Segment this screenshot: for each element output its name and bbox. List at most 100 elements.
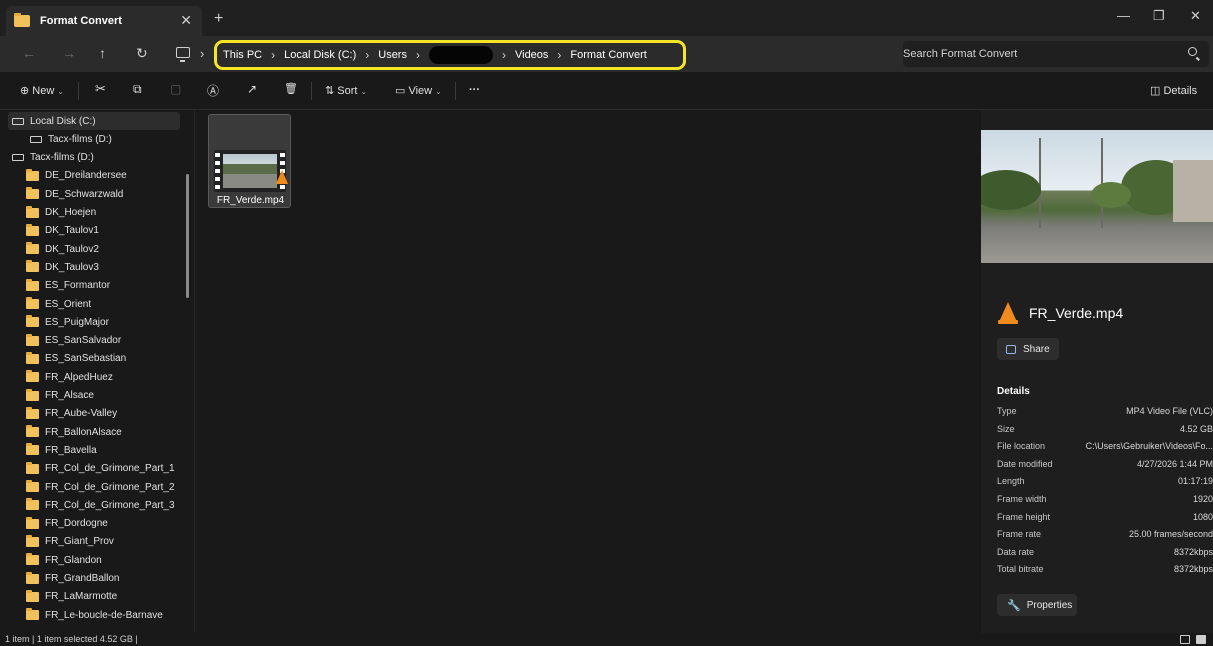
file-item[interactable]: FR_Verde.mp4 bbox=[208, 114, 291, 208]
sidebar-item[interactable]: FR_AlpedHuez bbox=[26, 368, 113, 386]
this-pc-icon[interactable] bbox=[176, 47, 190, 62]
new-tab-button[interactable]: + bbox=[214, 10, 223, 28]
share-label: Share bbox=[1023, 343, 1050, 355]
sidebar-item[interactable]: FR_LaMarmotte bbox=[26, 588, 117, 606]
breadcrumb-separator: › bbox=[557, 48, 562, 62]
property-row: Length 01:17:19 bbox=[997, 476, 1213, 490]
sidebar-item[interactable]: FR_Bavella bbox=[26, 441, 97, 459]
back-button[interactable]: ← bbox=[22, 45, 36, 61]
sidebar-item[interactable]: FR_Dordogne bbox=[26, 515, 108, 533]
copy-icon[interactable]: ⧉ bbox=[133, 82, 142, 97]
cut-icon[interactable]: ✂ bbox=[95, 81, 106, 97]
sidebar-item[interactable]: FR_Col_de_Grimone_Part_2 bbox=[26, 478, 175, 496]
drive-icon bbox=[12, 154, 24, 162]
sidebar-scrollbar[interactable] bbox=[186, 174, 189, 298]
folder-icon bbox=[26, 260, 39, 273]
sidebar-item[interactable]: DK_Taulov2 bbox=[26, 240, 99, 258]
forward-button[interactable]: → bbox=[62, 45, 76, 61]
property-value: 8372kbps bbox=[1173, 564, 1213, 575]
sidebar-item-label: FR_BallonAlsace bbox=[45, 426, 122, 438]
sidebar-item[interactable]: ES_PuigMajor bbox=[26, 313, 109, 331]
sidebar-item-label: DK_Hoejen bbox=[45, 207, 97, 218]
folder-icon bbox=[26, 516, 39, 529]
sidebar-item-label: FR_LaMarmotte bbox=[45, 591, 118, 603]
more-options-button[interactable]: ··· bbox=[469, 84, 480, 96]
properties-label: Properties bbox=[1026, 599, 1073, 611]
folder-icon bbox=[26, 333, 39, 346]
folder-icon bbox=[26, 443, 39, 456]
folder-icon bbox=[26, 608, 39, 621]
view-button[interactable]: ▭ View ⌄ bbox=[395, 84, 442, 97]
breadcrumb-users[interactable]: Users bbox=[378, 49, 407, 61]
sidebar-item[interactable]: ES_SanSalvador bbox=[26, 332, 121, 350]
sidebar-item[interactable]: FR_GrandBallon bbox=[26, 570, 119, 588]
breadcrumb-videos[interactable]: Videos bbox=[515, 49, 548, 61]
details-pane: FR_Verde.mp4 Share Details Type MP4 Video… bbox=[981, 110, 1213, 633]
up-button[interactable]: ↑ bbox=[99, 45, 106, 61]
folder-icon bbox=[26, 205, 39, 218]
search-icon[interactable] bbox=[1188, 47, 1197, 56]
details-file-title: FR_Verde.mp4 bbox=[1029, 305, 1124, 321]
sidebar-item[interactable]: ES_Formantor bbox=[26, 277, 110, 295]
close-window-button[interactable]: ✕ bbox=[1190, 8, 1201, 24]
folder-icon bbox=[26, 242, 39, 255]
property-value: 1080 bbox=[1192, 511, 1213, 522]
sidebar-item[interactable]: Tacx-films (D:) bbox=[26, 130, 112, 148]
folder-icon bbox=[26, 406, 39, 419]
property-row: Frame height 1080 bbox=[997, 512, 1213, 526]
breadcrumb: This PC › Local Disk (C:) › Users › › Vi… bbox=[214, 40, 686, 70]
breadcrumb-format-convert[interactable]: Format Convert bbox=[570, 49, 646, 61]
sidebar-item-label: Tacx-films (D:) bbox=[30, 152, 94, 164]
sidebar-item[interactable]: FR_Col_de_Grimone_Part_1 bbox=[26, 460, 175, 478]
divider bbox=[78, 82, 79, 100]
search-box[interactable]: Search Format Convert bbox=[903, 41, 1209, 67]
close-tab-icon[interactable]: ✕ bbox=[180, 12, 192, 29]
sidebar-item[interactable]: ES_SanSebastian bbox=[26, 350, 126, 368]
breadcrumb-separator: › bbox=[200, 46, 205, 61]
new-button[interactable]: ⊕ New ⌄ bbox=[20, 84, 64, 97]
sidebar-item-label: DE_Schwarzwald bbox=[45, 188, 124, 200]
breadcrumb-this-pc[interactable]: This PC bbox=[223, 49, 262, 61]
paste-icon[interactable]: ▢ bbox=[170, 82, 181, 96]
sidebar-item[interactable]: Tacx-films (D:) bbox=[8, 149, 94, 167]
sort-button[interactable]: ⇅ Sort ⌄ bbox=[325, 84, 367, 97]
sidebar-item[interactable]: DE_Dreilandersee bbox=[26, 167, 127, 185]
folder-icon bbox=[26, 351, 39, 364]
sidebar-item[interactable]: DK_Taulov1 bbox=[26, 222, 99, 240]
rename-icon[interactable]: Ⓐ bbox=[207, 82, 219, 99]
properties-button[interactable]: 🔧 Properties bbox=[997, 594, 1077, 616]
details-heading: Details bbox=[997, 386, 1030, 397]
vlc-icon bbox=[276, 170, 288, 184]
sidebar-item[interactable]: Local Disk (C:) bbox=[8, 112, 180, 130]
sidebar-item[interactable]: DK_Hoejen bbox=[26, 204, 96, 222]
minimize-button[interactable]: — bbox=[1117, 8, 1130, 23]
share-icon[interactable]: ↗ bbox=[247, 82, 257, 96]
tab-format-convert[interactable]: Format Convert ✕ bbox=[6, 6, 202, 36]
sidebar-item[interactable]: FR_BallonAlsace bbox=[26, 423, 122, 441]
title-bar: Format Convert ✕ + — ❐ ✕ bbox=[0, 0, 1213, 36]
sidebar-item[interactable]: DK_Taulov3 bbox=[26, 258, 99, 276]
share-button[interactable]: Share bbox=[997, 338, 1059, 360]
wrench-icon: 🔧 bbox=[1007, 599, 1021, 612]
details-pane-button[interactable]: ◫ Details bbox=[1150, 84, 1197, 97]
sidebar-item[interactable]: DE_Schwarzwald bbox=[26, 185, 123, 203]
breadcrumb-local-disk[interactable]: Local Disk (C:) bbox=[284, 49, 356, 61]
sidebar-item[interactable]: FR_Aube-Valley bbox=[26, 405, 117, 423]
refresh-button[interactable]: ↻ bbox=[136, 45, 148, 62]
sidebar-item-label: DE_Dreilandersee bbox=[45, 170, 127, 182]
folder-icon bbox=[14, 13, 30, 27]
sidebar-item[interactable]: FR_Giant_Prov bbox=[26, 533, 114, 551]
sidebar-item[interactable]: FR_Glandon bbox=[26, 551, 102, 569]
drive-icon bbox=[30, 135, 42, 143]
sidebar-item[interactable]: FR_Le-boucle-de-Barnave bbox=[26, 606, 163, 624]
sidebar-item[interactable]: ES_Orient bbox=[26, 295, 91, 313]
maximize-button[interactable]: ❐ bbox=[1153, 8, 1165, 24]
details-view-icon[interactable] bbox=[1180, 635, 1190, 644]
property-value: 4/27/2026 1:44 PM bbox=[1136, 458, 1213, 469]
delete-icon[interactable]: 🗑 bbox=[284, 82, 298, 95]
navigation-pane: Local Disk (C:) Tacx-films (D:) Tacx-films… bbox=[0, 110, 195, 633]
sidebar-item[interactable]: FR_Col_de_Grimone_Part_3 bbox=[26, 496, 175, 514]
sidebar-item[interactable]: FR_Alsace bbox=[26, 387, 94, 405]
tiles-view-icon[interactable] bbox=[1196, 635, 1206, 644]
search-input[interactable]: Search Format Convert bbox=[903, 48, 1017, 60]
